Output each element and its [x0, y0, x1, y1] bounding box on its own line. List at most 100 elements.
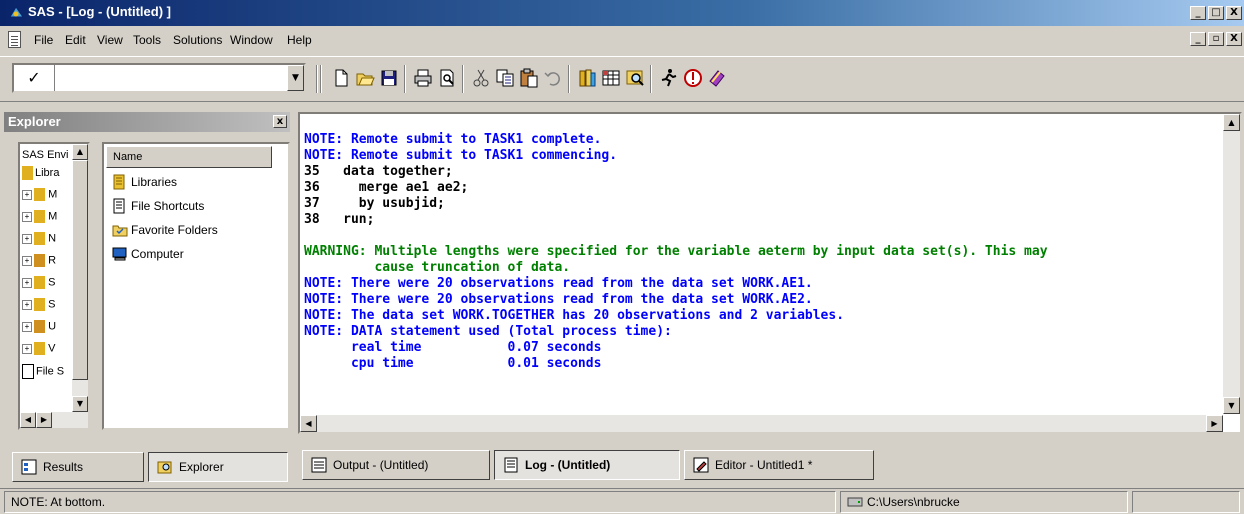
log-text: NOTE: Remote submit to TASK1 complete. NO…	[304, 132, 1048, 372]
log-line: NOTE: Remote submit to TASK1 complete.	[304, 132, 602, 147]
scroll-right-icon[interactable]: ▶	[1206, 415, 1223, 432]
command-input[interactable]	[56, 67, 288, 89]
list-item-label: File Shortcuts	[131, 199, 205, 213]
explorer-close-button[interactable]: x	[273, 115, 287, 128]
tree-item-file-shortcuts[interactable]: File S	[20, 364, 74, 384]
open-icon[interactable]	[354, 67, 376, 89]
tree-horizontal-scrollbar[interactable]: ◀ ▶	[20, 412, 88, 428]
drive-icon	[847, 497, 863, 507]
scroll-left-icon[interactable]: ◀	[20, 412, 36, 428]
log-line: NOTE: Remote submit to TASK1 commencing.	[304, 148, 618, 163]
scroll-up-icon[interactable]: ▲	[72, 144, 88, 160]
copy-icon[interactable]	[494, 67, 516, 89]
list-item-favorite-folders[interactable]: Favorite Folders	[112, 220, 218, 240]
expand-icon[interactable]: +	[22, 190, 32, 201]
log-window[interactable]: NOTE: Remote submit to TASK1 complete. NO…	[298, 112, 1242, 434]
menu-help[interactable]: Help	[287, 33, 312, 47]
paste-icon[interactable]	[518, 67, 540, 89]
list-item-computer[interactable]: Computer	[112, 244, 184, 264]
menu-tools[interactable]: Tools	[133, 33, 161, 47]
log-icon	[504, 457, 518, 473]
menu-edit[interactable]: Edit	[65, 33, 86, 47]
tab-output[interactable]: Output - (Untitled)	[302, 450, 490, 480]
tree-item[interactable]: + R	[20, 254, 74, 274]
tree-item[interactable]: + N	[20, 232, 74, 252]
explorer-icon[interactable]	[624, 67, 646, 89]
tab-editor[interactable]: Editor - Untitled1 *	[684, 450, 874, 480]
tree-vertical-scrollbar[interactable]: ▲ ▼	[72, 144, 88, 412]
name-column-header[interactable]: Name	[106, 146, 272, 168]
tab-label: Log - (Untitled)	[525, 458, 611, 472]
favorite-folders-icon	[112, 225, 128, 237]
list-item-file-shortcuts[interactable]: File Shortcuts	[112, 196, 204, 216]
submit-icon[interactable]	[658, 67, 680, 89]
expand-icon[interactable]: +	[22, 234, 32, 245]
toolbar-separator	[320, 65, 322, 93]
document-system-menu-icon[interactable]	[8, 31, 21, 48]
log-vertical-scrollbar[interactable]: ▲ ▼	[1223, 114, 1240, 414]
new-icon[interactable]	[330, 67, 352, 89]
status-extra	[1132, 491, 1240, 513]
scroll-right-icon[interactable]: ▶	[36, 412, 52, 428]
expand-icon[interactable]: +	[22, 278, 32, 289]
child-restore-button[interactable]: ▫	[1208, 32, 1224, 46]
explorer-tree[interactable]: SAS Envi Libra + M + M + N + R + S + S +…	[18, 142, 90, 430]
scroll-up-icon[interactable]: ▲	[1223, 114, 1240, 131]
tree-item-label: N	[48, 232, 57, 245]
expand-icon[interactable]: +	[22, 344, 32, 355]
child-minimize-button[interactable]: _	[1190, 32, 1206, 46]
tree-item[interactable]: + V	[20, 342, 74, 362]
scroll-down-icon[interactable]: ▼	[72, 396, 88, 412]
library-icon	[34, 254, 45, 267]
tree-item[interactable]: + M	[20, 210, 74, 230]
maximize-button[interactable]: □	[1208, 6, 1224, 20]
tree-item[interactable]: + M	[20, 188, 74, 208]
tree-item-libraries[interactable]: Libra	[20, 166, 74, 186]
expand-icon[interactable]: +	[22, 256, 32, 267]
sas-dataset-icon[interactable]	[600, 67, 622, 89]
list-item-libraries[interactable]: Libraries	[112, 172, 177, 192]
tab-explorer[interactable]: Explorer	[148, 452, 288, 482]
library-icon	[34, 232, 45, 245]
tree-item[interactable]: + U	[20, 320, 74, 340]
menu-view[interactable]: View	[97, 33, 123, 47]
save-icon[interactable]	[378, 67, 400, 89]
tab-log[interactable]: Log - (Untitled)	[494, 450, 680, 480]
print-preview-icon[interactable]	[436, 67, 458, 89]
submit-command-check-icon[interactable]: ✓	[14, 65, 55, 91]
tree-item-label: M	[48, 210, 58, 223]
expand-icon[interactable]: +	[22, 300, 32, 311]
log-line: 38 run;	[304, 212, 375, 227]
status-bar: NOTE: At bottom. C:\Users\nbrucke	[0, 488, 1244, 514]
command-box[interactable]: ✓ ▼	[12, 63, 306, 93]
print-icon[interactable]	[412, 67, 434, 89]
libraries-icon[interactable]	[576, 67, 598, 89]
cut-icon[interactable]	[470, 67, 492, 89]
undo-icon[interactable]	[542, 67, 564, 89]
menu-file[interactable]: File	[34, 33, 53, 47]
scroll-down-icon[interactable]: ▼	[1223, 397, 1240, 414]
tree-item[interactable]: + S	[20, 298, 74, 318]
scroll-left-icon[interactable]: ◀	[300, 415, 317, 432]
tab-results[interactable]: Results	[12, 452, 144, 482]
help-icon[interactable]	[706, 67, 728, 89]
list-item-label: Computer	[131, 247, 184, 261]
command-dropdown-button[interactable]: ▼	[287, 65, 304, 91]
log-horizontal-scrollbar[interactable]: ◀ ▶	[300, 415, 1223, 432]
child-close-button[interactable]: X	[1226, 32, 1242, 46]
library-icon	[34, 320, 45, 333]
minimize-button[interactable]: _	[1190, 6, 1206, 20]
log-line: real time 0.07 seconds	[304, 340, 602, 355]
library-icon	[34, 298, 45, 311]
close-button[interactable]: X	[1226, 6, 1242, 20]
editor-icon	[693, 457, 709, 473]
menu-window[interactable]: Window	[230, 33, 273, 47]
expand-icon[interactable]: +	[22, 322, 32, 333]
toolbar-separator	[462, 65, 464, 93]
break-icon[interactable]	[682, 67, 704, 89]
expand-icon[interactable]: +	[22, 212, 32, 223]
menu-solutions[interactable]: Solutions	[173, 33, 222, 47]
tree-item[interactable]: + S	[20, 276, 74, 296]
title-bar: SAS - [Log - (Untitled) ] _ □ X	[0, 0, 1244, 26]
scroll-thumb[interactable]	[72, 160, 88, 380]
